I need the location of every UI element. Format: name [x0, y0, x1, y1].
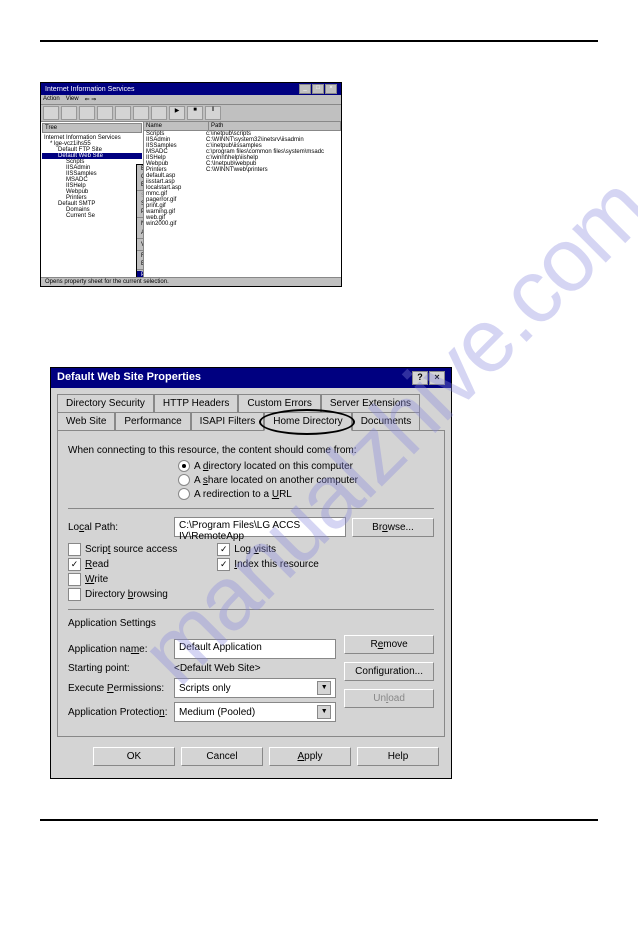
menu-item[interactable]: Start: [137, 192, 144, 200]
checkbox-option[interactable]: Directory browsing: [68, 588, 177, 601]
starting-point-label: Starting point:: [68, 663, 168, 674]
checkbox-option[interactable]: Index this resource: [217, 558, 319, 571]
tree-item[interactable]: Current Se: [42, 213, 142, 219]
exec-perm-label: Execute Permissions:: [68, 683, 168, 694]
list-pane[interactable]: Name Path Scriptsc:\inetpub\scriptsIISAd…: [144, 122, 341, 277]
tab[interactable]: Server Extensions: [321, 394, 420, 412]
radio-icon: [178, 474, 190, 486]
radio-option[interactable]: A directory located on this computer: [178, 460, 434, 472]
cancel-button[interactable]: Cancel: [181, 747, 263, 766]
tab[interactable]: Web Site: [57, 412, 115, 430]
checkbox-option[interactable]: Script source access: [68, 543, 177, 556]
local-path-input[interactable]: C:\Program Files\LG ACCS IV\RemoteApp: [174, 517, 346, 537]
toolbar-button[interactable]: ■: [187, 106, 203, 120]
toolbar-button[interactable]: [61, 106, 77, 120]
local-path-label: Local Path:: [68, 522, 168, 533]
minimize-button[interactable]: _: [299, 84, 311, 94]
configuration-button[interactable]: Configuration...: [344, 662, 434, 681]
menu-item[interactable]: Pause: [137, 208, 144, 216]
close-button[interactable]: ×: [325, 84, 337, 94]
tab[interactable]: Documents: [352, 412, 421, 430]
checkbox-option[interactable]: Log visits: [217, 543, 319, 556]
toolbar-button[interactable]: [115, 106, 131, 120]
iis-titlebar: Internet Information Services _ □ ×: [41, 83, 341, 95]
checkbox-icon: [68, 543, 81, 556]
checkbox-icon: [217, 543, 230, 556]
iis-title-text: Internet Information Services: [45, 86, 135, 93]
iis-statusbar: Opens property sheet for the current sel…: [41, 277, 341, 286]
intro-text: When connecting to this resource, the co…: [68, 445, 434, 456]
help-button[interactable]: ?: [412, 371, 428, 385]
toolbar-button[interactable]: [151, 106, 167, 120]
menu-item[interactable]: Export List...: [137, 260, 144, 268]
browse-button[interactable]: Browse...: [352, 518, 434, 537]
checkbox-option[interactable]: Write: [68, 573, 177, 586]
iis-window: Internet Information Services _ □ × Acti…: [40, 82, 342, 287]
checkbox-icon: [68, 588, 81, 601]
tab[interactable]: Home Directory: [264, 412, 351, 431]
toolbar-button[interactable]: [43, 106, 59, 120]
context-menu: ExploreOpenBrowse StartStopPause New ▸All …: [136, 164, 144, 277]
menu-view[interactable]: View: [66, 96, 79, 103]
menu-item[interactable]: Stop: [137, 200, 144, 208]
checkbox-icon: [217, 558, 230, 571]
radio-option[interactable]: A redirection to a URL: [178, 488, 434, 500]
maximize-button[interactable]: □: [312, 84, 324, 94]
toolbar-button[interactable]: ▶: [169, 106, 185, 120]
list-item[interactable]: win2000.gif: [144, 221, 341, 227]
app-prot-select[interactable]: Medium (Pooled)▼: [174, 702, 336, 722]
iis-toolbar: ▶ ■ ‖: [41, 105, 341, 122]
properties-dialog: Default Web Site Properties ? × Director…: [50, 367, 452, 779]
ok-button[interactable]: OK: [93, 747, 175, 766]
checkbox-option[interactable]: Read: [68, 558, 177, 571]
tab[interactable]: Custom Errors: [238, 394, 320, 412]
unload-button[interactable]: Unload: [344, 689, 434, 708]
menu-item[interactable]: Browse: [137, 181, 144, 189]
radio-icon: [178, 460, 190, 472]
starting-point-value: <Default Web Site>: [174, 663, 261, 674]
dialog-titlebar: Default Web Site Properties ? ×: [51, 368, 451, 388]
exec-perm-select[interactable]: Scripts only▼: [174, 678, 336, 698]
tab[interactable]: ISAPI Filters: [191, 412, 265, 430]
app-name-input[interactable]: Default Application: [174, 639, 336, 659]
menu-item[interactable]: New ▸: [137, 219, 144, 228]
help-button[interactable]: Help: [357, 747, 439, 766]
toolbar-button[interactable]: ‖: [205, 106, 221, 120]
checkbox-icon: [68, 573, 81, 586]
app-settings-label: Application Settings: [68, 618, 434, 629]
dialog-title: Default Web Site Properties: [57, 371, 201, 385]
menu-item[interactable]: Refresh: [137, 252, 144, 260]
menu-action[interactable]: Action: [43, 96, 60, 103]
tree-header: Tree: [42, 123, 142, 133]
toolbar-button[interactable]: [133, 106, 149, 120]
tab[interactable]: Directory Security: [57, 394, 154, 412]
app-prot-label: Application Protection:: [68, 707, 168, 718]
remove-button[interactable]: Remove: [344, 635, 434, 654]
list-header-name[interactable]: Name: [144, 122, 209, 130]
list-header-path[interactable]: Path: [209, 122, 341, 130]
close-button[interactable]: ×: [429, 371, 445, 385]
apply-button[interactable]: Apply: [269, 747, 351, 766]
app-name-label: Application name:: [68, 644, 168, 655]
menu-item[interactable]: View ▸: [137, 240, 144, 249]
radio-icon: [178, 488, 190, 500]
radio-option[interactable]: A share located on another computer: [178, 474, 434, 486]
iis-menubar: Action View ⇐ ⇒: [41, 95, 341, 105]
tab[interactable]: Performance: [115, 412, 190, 430]
menu-item[interactable]: Properties: [137, 271, 144, 277]
toolbar-button[interactable]: [97, 106, 113, 120]
toolbar-button[interactable]: [79, 106, 95, 120]
menu-item[interactable]: Open: [137, 173, 144, 181]
checkbox-icon: [68, 558, 81, 571]
menu-item[interactable]: All Tasks ▸: [137, 228, 144, 237]
menu-item[interactable]: Explore: [137, 165, 144, 173]
tree-pane[interactable]: Tree Internet Information Services* lge-…: [41, 122, 144, 277]
tab[interactable]: HTTP Headers: [154, 394, 239, 412]
